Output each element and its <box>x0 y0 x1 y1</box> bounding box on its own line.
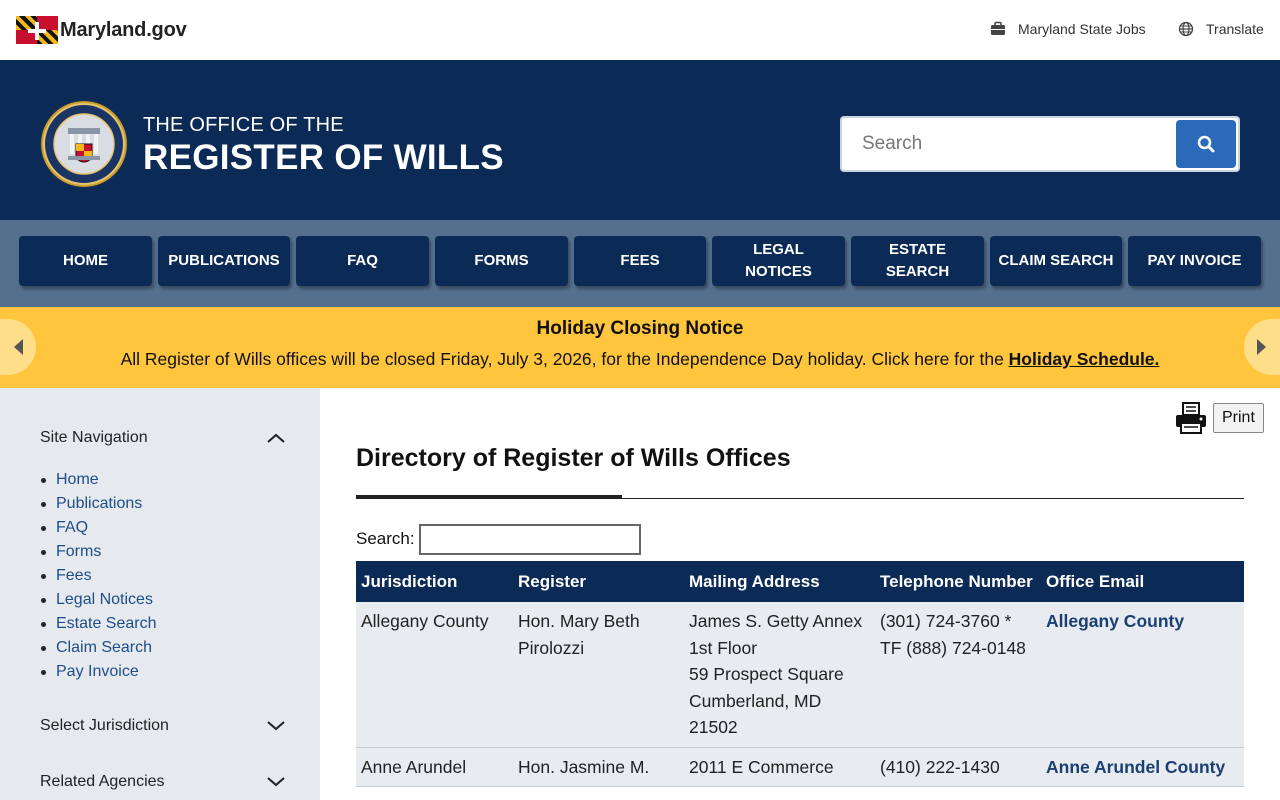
cell-address: 2011 E Commerce <box>684 747 875 787</box>
briefcase-icon <box>991 21 1005 35</box>
column-header-jurisdiction[interactable]: Jurisdiction <box>356 561 513 602</box>
cell-email-link[interactable]: Allegany County <box>1041 602 1244 748</box>
sidebar-item-publications[interactable]: Publications <box>41 492 157 516</box>
cell-register: Hon. Jasmine M. <box>513 747 684 787</box>
holiday-schedule-link[interactable]: Holiday Schedule. <box>1009 349 1160 369</box>
table-row: Allegany County Hon. Mary Beth Pirolozzi… <box>356 602 1244 748</box>
office-title[interactable]: REGISTER OF WILLS <box>143 138 504 178</box>
nav-forms[interactable]: FORMS <box>435 236 568 286</box>
title-underline <box>356 495 622 499</box>
nav-pay-invoice[interactable]: PAY INVOICE <box>1128 236 1261 286</box>
address-line: 1st Floor <box>689 637 758 658</box>
alert-title: Holiday Closing Notice <box>536 318 744 339</box>
alert-text: All Register of Wills offices will be cl… <box>0 349 1280 370</box>
office-subtitle: THE OFFICE OF THE <box>143 114 344 136</box>
site-navigation-list: Home Publications FAQ Forms Fees Legal N… <box>41 468 157 684</box>
sidebar-item-forms[interactable]: Forms <box>41 540 157 564</box>
chevron-down-icon <box>267 777 285 787</box>
sidebar-item-faq[interactable]: FAQ <box>41 516 157 540</box>
sidebar-item-legal-notices[interactable]: Legal Notices <box>41 588 157 612</box>
site-navigation-label: Site Navigation <box>40 429 148 446</box>
table-search-input[interactable] <box>419 524 641 555</box>
column-header-telephone[interactable]: Telephone Number <box>875 561 1041 602</box>
table-header-row: Jurisdiction Register Mailing Address Te… <box>356 561 1244 602</box>
site-header: THE OFFICE OF THE REGISTER OF WILLS <box>0 60 1280 220</box>
cell-address: James S. Getty Annex 1st Floor 59 Prospe… <box>684 602 875 748</box>
site-search-input[interactable] <box>842 118 1172 170</box>
related-agencies-label: Related Agencies <box>40 773 165 790</box>
alert-message: All Register of Wills offices will be cl… <box>120 349 1009 369</box>
maryland-flag-icon <box>16 16 58 44</box>
caret-right-icon <box>1257 339 1266 355</box>
print-control: Print <box>1175 402 1264 434</box>
sidebar-item-estate-search[interactable]: Estate Search <box>41 612 157 636</box>
chevron-down-icon <box>267 721 285 731</box>
main-nav: HOME PUBLICATIONS FAQ FORMS FEES LEGAL N… <box>0 220 1280 307</box>
register-of-wills-seal-icon[interactable] <box>40 100 128 188</box>
chevron-up-icon <box>267 433 285 443</box>
offices-directory-table: Jurisdiction Register Mailing Address Te… <box>356 561 1244 787</box>
column-header-office-email[interactable]: Office Email <box>1041 561 1244 602</box>
sidebar-item-claim-search[interactable]: Claim Search <box>41 636 157 660</box>
sidebar-item-home[interactable]: Home <box>41 468 157 492</box>
cell-jurisdiction: Allegany County <box>356 602 513 748</box>
translate-link[interactable]: Translate <box>1178 18 1264 40</box>
address-line: Cumberland, MD 21502 <box>689 690 822 738</box>
column-header-mailing-address[interactable]: Mailing Address <box>684 561 875 602</box>
maryland-gov-logo[interactable]: Maryland.gov <box>16 16 187 44</box>
select-jurisdiction-toggle[interactable]: Select Jurisdiction <box>40 714 285 738</box>
utility-bar: Maryland.gov Maryland State Jobs Transla… <box>0 0 1280 60</box>
page-title: Directory of Register of Wills Offices <box>356 444 791 472</box>
cell-register: Hon. Mary Beth Pirolozzi <box>513 602 684 748</box>
site-navigation-toggle[interactable]: Site Navigation <box>40 426 285 450</box>
print-button[interactable]: Print <box>1213 403 1264 433</box>
nav-publications[interactable]: PUBLICATIONS <box>158 236 290 286</box>
holiday-alert-banner: Holiday Closing Notice All Register of W… <box>0 307 1280 388</box>
nav-fees[interactable]: FEES <box>574 236 706 286</box>
translate-label: Translate <box>1206 21 1264 37</box>
address-line: 59 Prospect Square <box>689 664 844 684</box>
nav-home[interactable]: HOME <box>19 236 152 286</box>
nav-faq[interactable]: FAQ <box>296 236 429 286</box>
globe-icon <box>1178 21 1194 37</box>
address-line: James S. Getty Annex <box>689 611 863 631</box>
cell-email-link[interactable]: Anne Arundel County <box>1041 747 1244 787</box>
sidebar: Site Navigation Home Publications FAQ Fo… <box>0 388 320 800</box>
state-jobs-label: Maryland State Jobs <box>1018 21 1146 37</box>
sidebar-item-pay-invoice[interactable]: Pay Invoice <box>41 660 157 684</box>
state-jobs-link[interactable]: Maryland State Jobs <box>990 18 1146 40</box>
sidebar-item-fees[interactable]: Fees <box>41 564 157 588</box>
table-search-label: Search: <box>356 529 415 548</box>
address-line: 2011 E Commerce <box>689 756 834 777</box>
column-header-register[interactable]: Register <box>513 561 684 602</box>
related-agencies-toggle[interactable]: Related Agencies <box>40 770 285 794</box>
table-row: Anne Arundel Hon. Jasmine M. 2011 E Comm… <box>356 747 1244 787</box>
cell-jurisdiction: Anne Arundel <box>356 747 513 787</box>
nav-legal-notices[interactable]: LEGAL NOTICES <box>712 236 845 286</box>
printer-icon[interactable] <box>1175 402 1207 434</box>
site-search <box>840 116 1240 172</box>
site-search-button[interactable] <box>1176 120 1236 168</box>
cell-telephone: (410) 222-1430 <box>875 747 1041 787</box>
select-jurisdiction-label: Select Jurisdiction <box>40 717 169 734</box>
cell-telephone: (301) 724-3760 * TF (888) 724-0148 <box>875 602 1041 748</box>
maryland-gov-text: Maryland.gov <box>60 18 187 41</box>
nav-claim-search[interactable]: CLAIM SEARCH <box>990 236 1122 286</box>
nav-estate-search[interactable]: ESTATE SEARCH <box>851 236 984 286</box>
search-icon <box>1197 135 1215 153</box>
